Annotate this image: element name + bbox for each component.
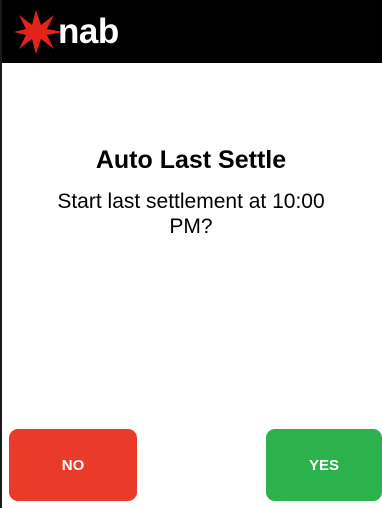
screen-frame-edge bbox=[0, 0, 2, 508]
no-button[interactable]: NO bbox=[9, 429, 137, 501]
yes-button[interactable]: YES bbox=[266, 429, 382, 501]
header-bar: nab bbox=[0, 0, 382, 63]
brand-name: nab bbox=[58, 12, 119, 51]
dialog-title: Auto Last Settle bbox=[95, 146, 287, 174]
brand-logo: nab bbox=[14, 8, 119, 56]
dialog-message: Start last settlement at 10:00 PM? bbox=[57, 190, 325, 238]
dialog-content: Auto Last Settle Start last settlement a… bbox=[0, 145, 382, 239]
terminal-screen: nab Auto Last Settle Start last settleme… bbox=[0, 0, 382, 508]
nab-star-icon bbox=[14, 10, 63, 54]
